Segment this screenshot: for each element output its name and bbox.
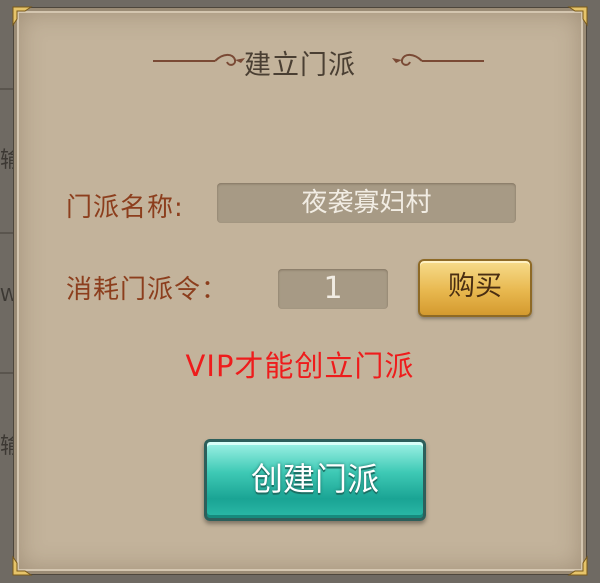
buy-button[interactable]: 购买 (418, 259, 532, 317)
corner-ornament-icon (567, 555, 589, 577)
cost-quantity-field[interactable]: 1 (278, 269, 388, 309)
corner-ornament-icon (11, 5, 33, 27)
dialog-title: 建立门派 (244, 50, 356, 81)
corner-ornament-icon (11, 555, 33, 577)
corner-ornament-icon (567, 5, 589, 27)
create-sect-dialog: 建立门派 门派名称: 夜袭寡妇村 消耗门派令： 1 购买 VIP才能创立门派 创… (11, 5, 589, 577)
cost-label: 消耗门派令： (66, 275, 229, 305)
sect-name-label: 门派名称: (66, 193, 184, 223)
sect-name-field[interactable]: 夜袭寡妇村 (217, 183, 516, 223)
title-scroll-ornament-icon (389, 51, 484, 71)
create-sect-button[interactable]: 创建门派 (204, 439, 426, 521)
vip-requirement-text: VIP才能创立门派 (185, 349, 415, 383)
dialog-header: 建立门派 (17, 41, 583, 81)
